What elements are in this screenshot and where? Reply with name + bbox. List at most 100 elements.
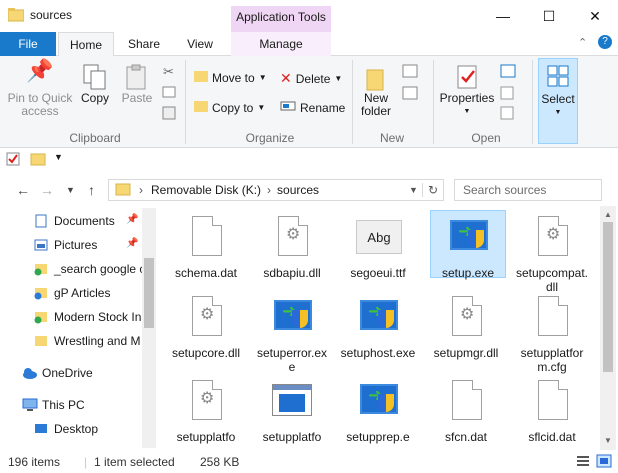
nav-item-modern-stock[interactable]: Modern Stock In: [34, 306, 142, 328]
tab-file[interactable]: File: [0, 32, 56, 56]
customize-toolbar-icon[interactable]: ▼: [54, 152, 63, 162]
copy-path-icon[interactable]: [162, 86, 176, 101]
recent-locations-icon[interactable]: ▼: [66, 185, 75, 195]
file-name: setuperror.exe: [256, 346, 328, 374]
up-arrow-icon[interactable]: ↑: [88, 182, 95, 198]
cut-icon[interactable]: ✂: [163, 64, 174, 80]
content-scrollbar[interactable]: ▲ ▼: [600, 206, 616, 450]
move-to-button[interactable]: Move to ▼: [194, 70, 267, 85]
open-icon[interactable]: [500, 64, 522, 81]
dll-file-icon: ⚙: [268, 214, 316, 262]
paste-shortcut-icon[interactable]: [162, 106, 176, 123]
forward-arrow-icon[interactable]: →: [40, 182, 54, 198]
properties-icon[interactable]: [6, 152, 20, 169]
copy-to-icon: [194, 100, 208, 115]
back-arrow-icon[interactable]: ←: [16, 182, 30, 198]
nav-item-gp-articles[interactable]: gP Articles: [34, 282, 142, 304]
move-to-icon: [194, 70, 208, 85]
file-item[interactable]: Abg segoeui.ttf: [340, 214, 416, 280]
nav-item-wrestling[interactable]: Wrestling and M: [34, 330, 142, 352]
new-folder-icon: [356, 64, 396, 92]
scroll-up-icon[interactable]: ▲: [604, 210, 612, 219]
pin-quick-access-button[interactable]: 📌 Pin to Quick access: [4, 58, 76, 118]
rename-button[interactable]: Rename: [280, 100, 345, 115]
paste-icon: [118, 64, 156, 92]
file-item[interactable]: setupplatform.cfg: [514, 294, 590, 374]
new-folder-icon[interactable]: [30, 152, 46, 169]
nav-item-search-google[interactable]: _search google c: [34, 258, 142, 280]
status-item-count: 196 items: [8, 455, 61, 469]
group-label-new: New: [379, 131, 404, 145]
file-item[interactable]: ⚙ setupplatfo: [168, 378, 244, 444]
search-input[interactable]: Search sources: [454, 179, 602, 201]
copy-button[interactable]: Copy: [76, 64, 114, 105]
history-icon[interactable]: [500, 106, 516, 123]
close-button[interactable]: ✕: [572, 0, 618, 32]
nav-item-this-pc[interactable]: This PC: [22, 394, 130, 416]
paste-button[interactable]: Paste: [118, 64, 156, 105]
pin-icon: 📌: [26, 58, 54, 83]
pictures-icon: [34, 238, 48, 252]
help-icon[interactable]: ?: [598, 35, 612, 49]
delete-button[interactable]: ✕ Delete ▼: [280, 70, 342, 87]
pin-icon[interactable]: 📌: [126, 238, 138, 249]
tab-share[interactable]: Share: [118, 32, 170, 56]
nav-item-onedrive[interactable]: OneDrive: [22, 362, 130, 384]
new-folder-button[interactable]: New folder: [356, 64, 396, 118]
file-name: setupmgr.dll: [433, 346, 499, 360]
chevron-down-icon: ▼: [463, 108, 471, 115]
breadcrumb-sources[interactable]: sources: [277, 183, 319, 197]
file-name: setupplatfo: [262, 430, 322, 444]
file-item[interactable]: sfcn.dat: [428, 378, 504, 444]
copy-icon: [76, 64, 114, 92]
edit-icon[interactable]: [500, 86, 516, 103]
properties-icon: [438, 64, 496, 92]
file-item[interactable]: sflcid.dat: [514, 378, 590, 444]
folder-icon: [34, 334, 48, 348]
breadcrumb-separator-icon: ›: [139, 183, 143, 197]
pin-icon[interactable]: 📌: [126, 214, 138, 225]
maximize-button[interactable]: ☐: [526, 0, 572, 32]
file-name: setupplatform.cfg: [520, 346, 584, 374]
file-item[interactable]: ➜ setupprep.e: [340, 378, 416, 444]
address-dropdown-icon[interactable]: ▼: [409, 185, 422, 195]
navpane-scrollbar[interactable]: [142, 208, 156, 448]
details-view-icon[interactable]: [576, 455, 590, 470]
title-bar: sources Application Tools — ☐ ✕: [0, 0, 618, 32]
new-item-icon[interactable]: [402, 64, 424, 81]
tab-view[interactable]: View: [174, 32, 226, 56]
font-file-icon: Abg: [354, 214, 402, 262]
dll-file-icon: ⚙: [182, 294, 230, 342]
easy-access-icon[interactable]: [402, 86, 424, 103]
minimize-button[interactable]: —: [480, 0, 526, 32]
scrollbar-thumb[interactable]: [144, 258, 154, 328]
onedrive-icon: [22, 366, 37, 380]
breadcrumb-removable-disk[interactable]: Removable Disk (K:): [151, 183, 261, 197]
file-item[interactable]: ➜ setuphost.exe: [340, 294, 416, 360]
scrollbar-thumb[interactable]: [603, 222, 613, 372]
tab-home[interactable]: Home: [58, 32, 114, 57]
file-item[interactable]: ➜ setup.exe: [430, 210, 506, 280]
nav-item-desktop[interactable]: Desktop: [34, 418, 142, 440]
properties-button[interactable]: Properties ▼: [438, 64, 496, 118]
refresh-icon[interactable]: ↻: [421, 183, 443, 197]
file-item[interactable]: ⚙ setupcore.dll: [168, 294, 244, 360]
tab-manage[interactable]: Manage: [231, 32, 331, 56]
ribbon-collapse-icon[interactable]: ⌃: [578, 36, 587, 49]
address-bar[interactable]: › Removable Disk (K:) › sources ▼ ↻: [108, 179, 444, 201]
file-item[interactable]: ⚙ setupcompat.dll: [514, 214, 590, 294]
file-item[interactable]: ⚙ sdbapiu.dll: [254, 214, 330, 280]
desktop-icon: [34, 422, 48, 436]
setup-exe-icon: ➜: [354, 378, 402, 426]
select-button[interactable]: Select ▼: [538, 58, 578, 144]
file-item[interactable]: ➜ setuperror.exe: [254, 294, 330, 374]
copy-to-button[interactable]: Copy to ▼: [194, 100, 265, 115]
file-item[interactable]: setupplatfo: [254, 378, 330, 444]
setup-exe-icon: ➜: [354, 294, 402, 342]
document-file-icon: [442, 378, 490, 426]
file-item[interactable]: schema.dat: [168, 214, 244, 280]
file-item[interactable]: ⚙ setupmgr.dll: [428, 294, 504, 360]
large-icons-view-icon[interactable]: [596, 454, 612, 471]
setup-exe-icon: ➜: [444, 214, 492, 262]
scroll-down-icon[interactable]: ▼: [604, 436, 612, 445]
